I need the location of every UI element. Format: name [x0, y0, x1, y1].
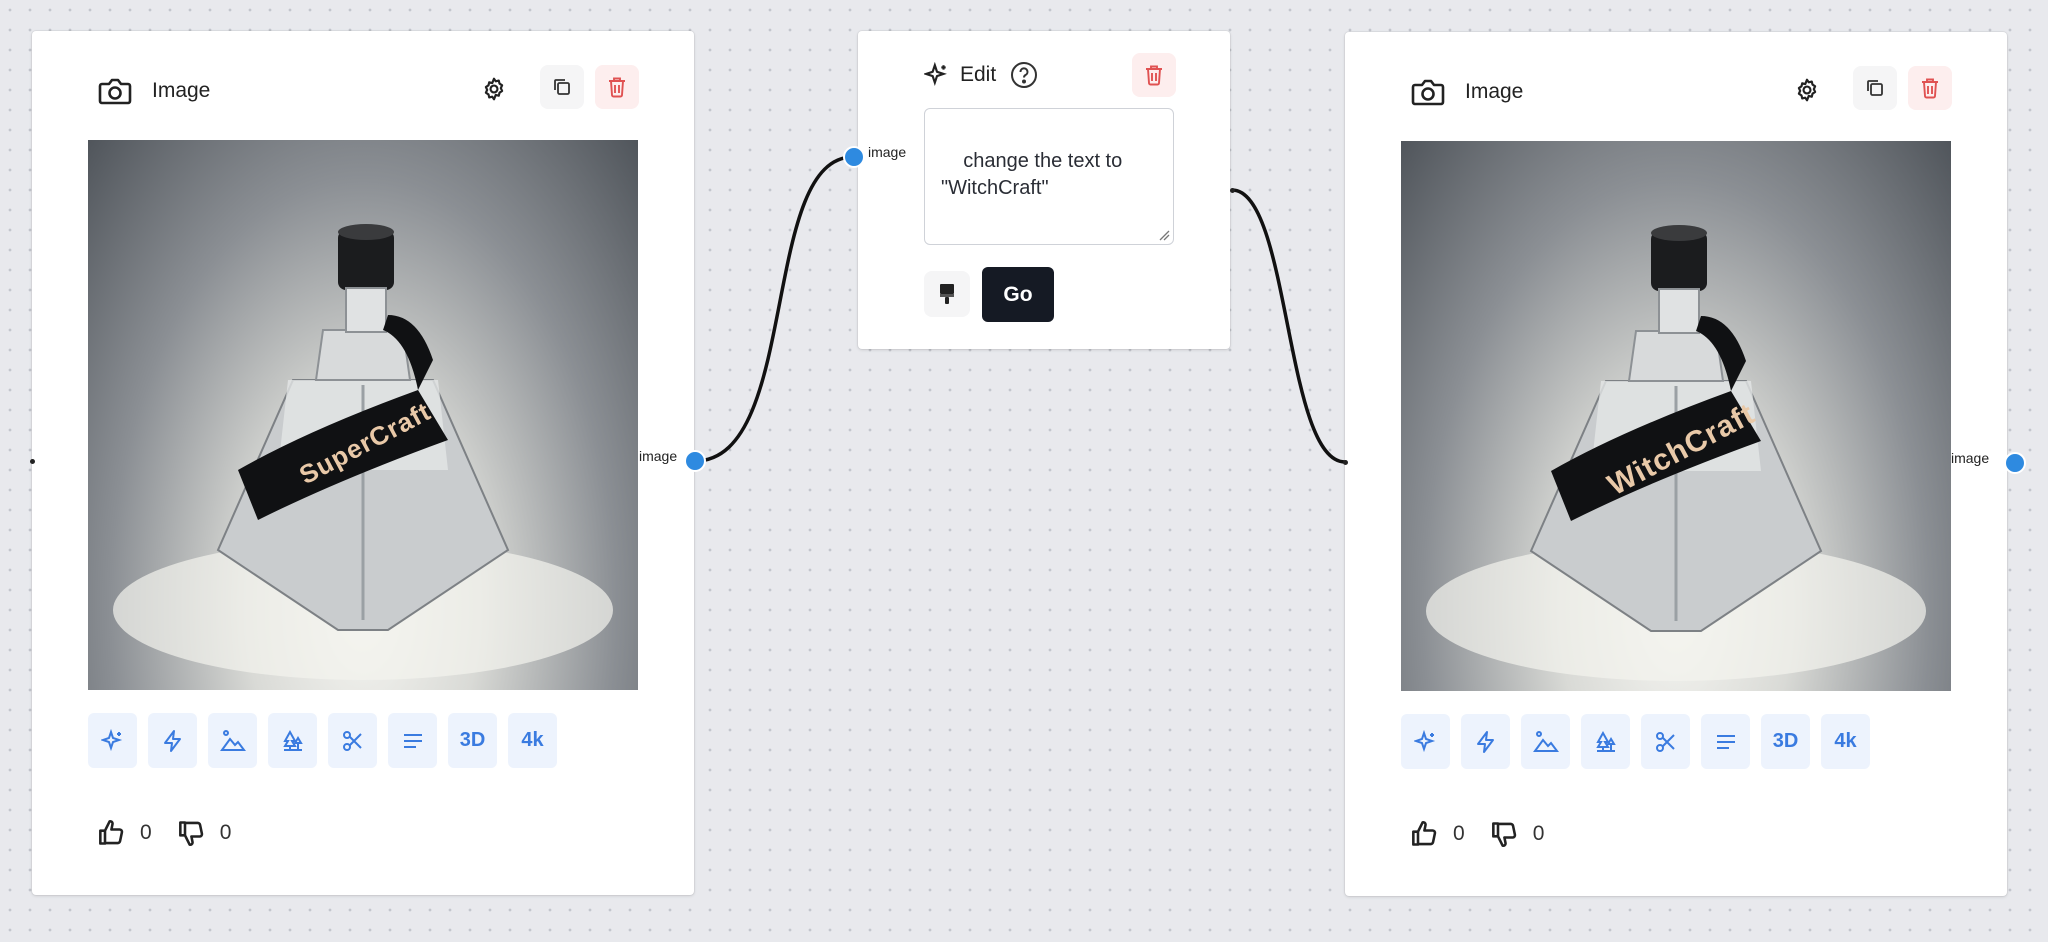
vote-bar: 0 0: [1411, 820, 1570, 848]
trees-icon: [1595, 730, 1616, 752]
dislike-count: 0: [219, 821, 232, 844]
sparkle-icon: [924, 62, 947, 87]
delete-button[interactable]: [595, 65, 639, 109]
edit-output-port[interactable]: [1230, 188, 1235, 193]
resize-handle-icon[interactable]: [1158, 229, 1170, 241]
trash-icon: [1146, 65, 1162, 86]
node-header: Image: [1411, 72, 1523, 112]
dislike-count: 0: [1532, 822, 1545, 845]
trees-tool[interactable]: [1581, 714, 1630, 769]
settings-button[interactable]: [472, 67, 516, 111]
edge-edit-to-right: [1231, 188, 1346, 464]
image-tools: 3D 4k: [88, 713, 557, 768]
node-title: Image: [1465, 80, 1524, 103]
3d-tool[interactable]: 3D: [448, 713, 497, 768]
text-lines-tool[interactable]: [388, 713, 437, 768]
lightning-icon: [1476, 730, 1494, 753]
node-title: Edit: [960, 63, 997, 86]
edit-prompt-textarea[interactable]: change the text to "WitchCraft": [924, 108, 1174, 245]
perfume-image[interactable]: SuperCraft: [88, 140, 638, 690]
copy-icon: [1867, 80, 1883, 96]
image-node-source[interactable]: Image SuperCraft 3D 4k 0 0: [32, 31, 694, 895]
3d-tool[interactable]: 3D: [1761, 714, 1810, 769]
trash-icon: [609, 77, 625, 98]
image-node-result[interactable]: Image WitchCraft 3D 4k 0 0: [1345, 32, 2007, 896]
thumbs-down-icon[interactable]: [178, 819, 206, 847]
mountain-figure-icon: [219, 729, 246, 751]
settings-button[interactable]: [1785, 68, 1829, 112]
duplicate-button[interactable]: [540, 65, 584, 109]
edit-input-port-label: image: [868, 144, 907, 160]
text-lines-icon: [403, 733, 422, 748]
sparkle-icon: [100, 728, 122, 751]
lightning-icon: [163, 729, 181, 752]
4k-tool[interactable]: 4k: [508, 713, 557, 768]
edit-node[interactable]: Edit change the text to "WitchCraft" Go: [858, 31, 1230, 349]
like-count: 0: [140, 821, 152, 844]
duplicate-button[interactable]: [1853, 66, 1897, 110]
delete-button[interactable]: [1132, 53, 1176, 97]
image-tools: 3D 4k: [1401, 714, 1870, 769]
vote-bar: 0 0: [98, 819, 257, 847]
sparkle-icon: [1413, 729, 1435, 752]
left-input-port[interactable]: [30, 459, 35, 464]
4k-tool[interactable]: 4k: [1821, 714, 1870, 769]
node-title: Image: [152, 79, 211, 102]
delete-button[interactable]: [1908, 66, 1952, 110]
help-icon[interactable]: [1010, 61, 1038, 89]
brush-icon: [940, 284, 954, 304]
gear-icon: [484, 77, 504, 101]
prompt-text: change the text to "WitchCraft": [941, 150, 1123, 199]
thumbs-up-icon[interactable]: [1411, 820, 1439, 848]
left-output-port[interactable]: [684, 450, 706, 472]
right-output-port-label: image: [1951, 450, 1990, 466]
go-button[interactable]: Go: [982, 267, 1054, 322]
landscape-tool[interactable]: [208, 713, 257, 768]
edge-left-to-edit: [694, 155, 854, 463]
text-lines-tool[interactable]: [1701, 714, 1750, 769]
copy-icon: [554, 79, 570, 95]
right-output-port[interactable]: [2004, 452, 2026, 474]
thumbs-down-icon[interactable]: [1491, 820, 1519, 848]
text-lines-icon: [1716, 734, 1735, 749]
trees-tool[interactable]: [268, 713, 317, 768]
magic-sparkle-tool[interactable]: [1401, 714, 1450, 769]
camera-icon: [98, 78, 132, 105]
trash-icon: [1922, 78, 1938, 99]
lightning-tool[interactable]: [1461, 714, 1510, 769]
landscape-tool[interactable]: [1521, 714, 1570, 769]
like-count: 0: [1453, 822, 1465, 845]
trees-icon: [282, 729, 303, 751]
perfume-image[interactable]: WitchCraft: [1401, 141, 1951, 691]
node-header: Image: [98, 71, 210, 111]
scissors-tool[interactable]: [1641, 714, 1690, 769]
thumbs-up-icon[interactable]: [98, 819, 126, 847]
scissors-icon: [342, 730, 362, 751]
brush-button[interactable]: [924, 271, 970, 317]
camera-icon: [1411, 79, 1445, 106]
right-input-port[interactable]: [1343, 460, 1348, 465]
gear-icon: [1797, 78, 1817, 102]
left-output-port-label: image: [639, 448, 678, 464]
scissors-tool[interactable]: [328, 713, 377, 768]
lightning-tool[interactable]: [148, 713, 197, 768]
scissors-icon: [1655, 731, 1675, 752]
mountain-figure-icon: [1532, 730, 1559, 752]
edit-input-port[interactable]: [843, 146, 865, 168]
node-header: Edit: [924, 57, 1038, 93]
magic-sparkle-tool[interactable]: [88, 713, 137, 768]
